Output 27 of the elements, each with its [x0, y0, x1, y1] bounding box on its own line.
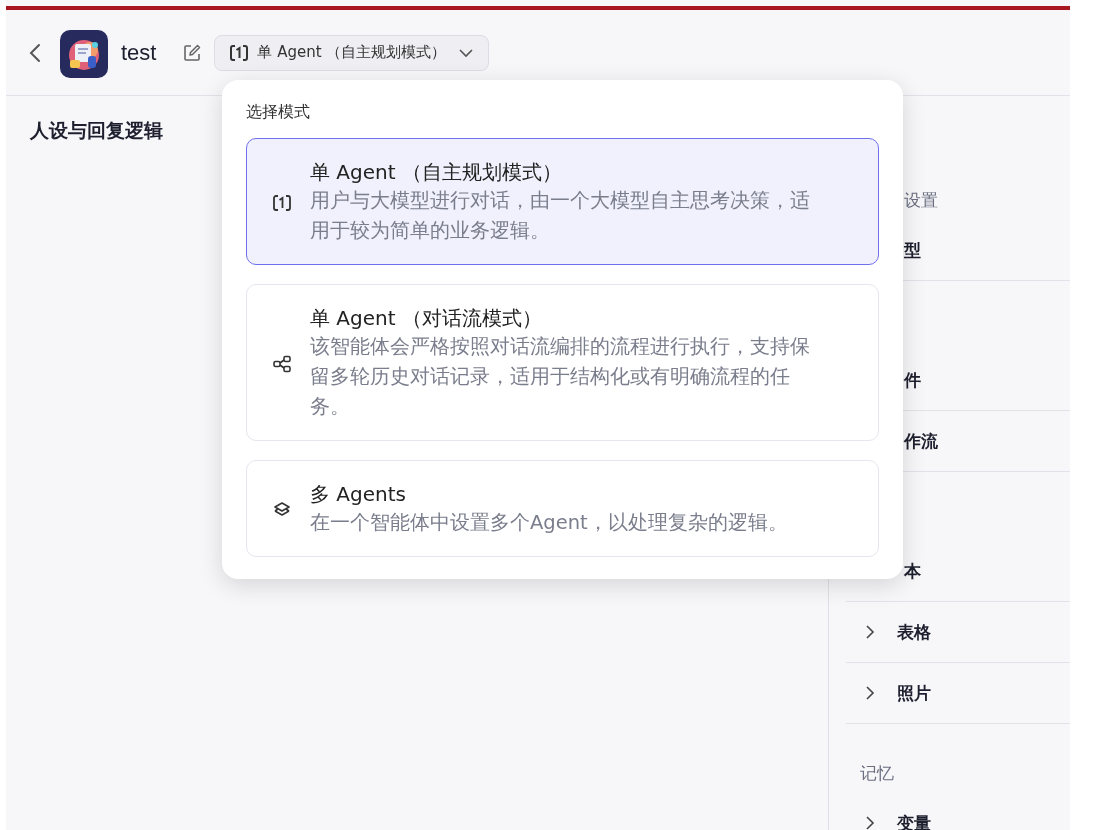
mode-dropdown[interactable]: 单 Agent （自主规划模式）	[214, 34, 490, 71]
chevron-right-icon	[865, 685, 875, 701]
back-icon[interactable]	[29, 42, 41, 63]
option-title: 单 Agent （自主规划模式）	[310, 159, 563, 186]
option-title: 单 Agent （对话流模式）	[310, 305, 543, 332]
mode-option[interactable]: 多 Agents 在一个智能体中设置多个Agent，以处理复杂的逻辑。	[246, 460, 879, 557]
popover-title: 选择模式	[246, 102, 311, 123]
option-description: 该智能体会严格按照对话流编排的流程进行执行，支持保留多轮历史对话记录，适用于结构化或有明确流程的任务。	[310, 334, 811, 420]
sidebar-item[interactable]: 变量	[860, 811, 931, 830]
mode-single-icon	[229, 42, 250, 63]
panel-title: 人设与回复逻辑	[30, 118, 164, 143]
chevron-right-icon	[865, 624, 875, 640]
nodes-icon	[272, 353, 292, 374]
sidebar-item[interactable]: 表格	[860, 620, 931, 644]
mode-single-icon	[272, 192, 292, 213]
section-label: 记忆	[860, 761, 894, 785]
section-label: 设置	[903, 188, 938, 212]
sidebar-item[interactable]: 照片	[860, 681, 931, 705]
edit-icon[interactable]	[183, 43, 202, 62]
app-name: test	[121, 39, 157, 66]
option-description: 用户与大模型进行对话，由一个大模型自主思考决策，适用于较为简单的业务逻辑。	[310, 188, 811, 244]
option-title: 多 Agents	[310, 481, 407, 508]
chevron-right-icon	[865, 815, 875, 830]
option-description: 在一个智能体中设置多个Agent，以处理复杂的逻辑。	[310, 510, 789, 536]
caret-icon	[458, 47, 475, 58]
mode-option[interactable]: 单 Agent （对话流模式） 该智能体会严格按照对话流编排的流程进行执行，支持保留多轮历史对话记录，适用于结构化或有明确流程的任务。	[246, 284, 879, 441]
mode-option[interactable]: 单 Agent （自主规划模式） 用户与大模型进行对话，由一个大模型自主思考决策，适用于较为简单的业务逻辑。	[246, 138, 879, 265]
